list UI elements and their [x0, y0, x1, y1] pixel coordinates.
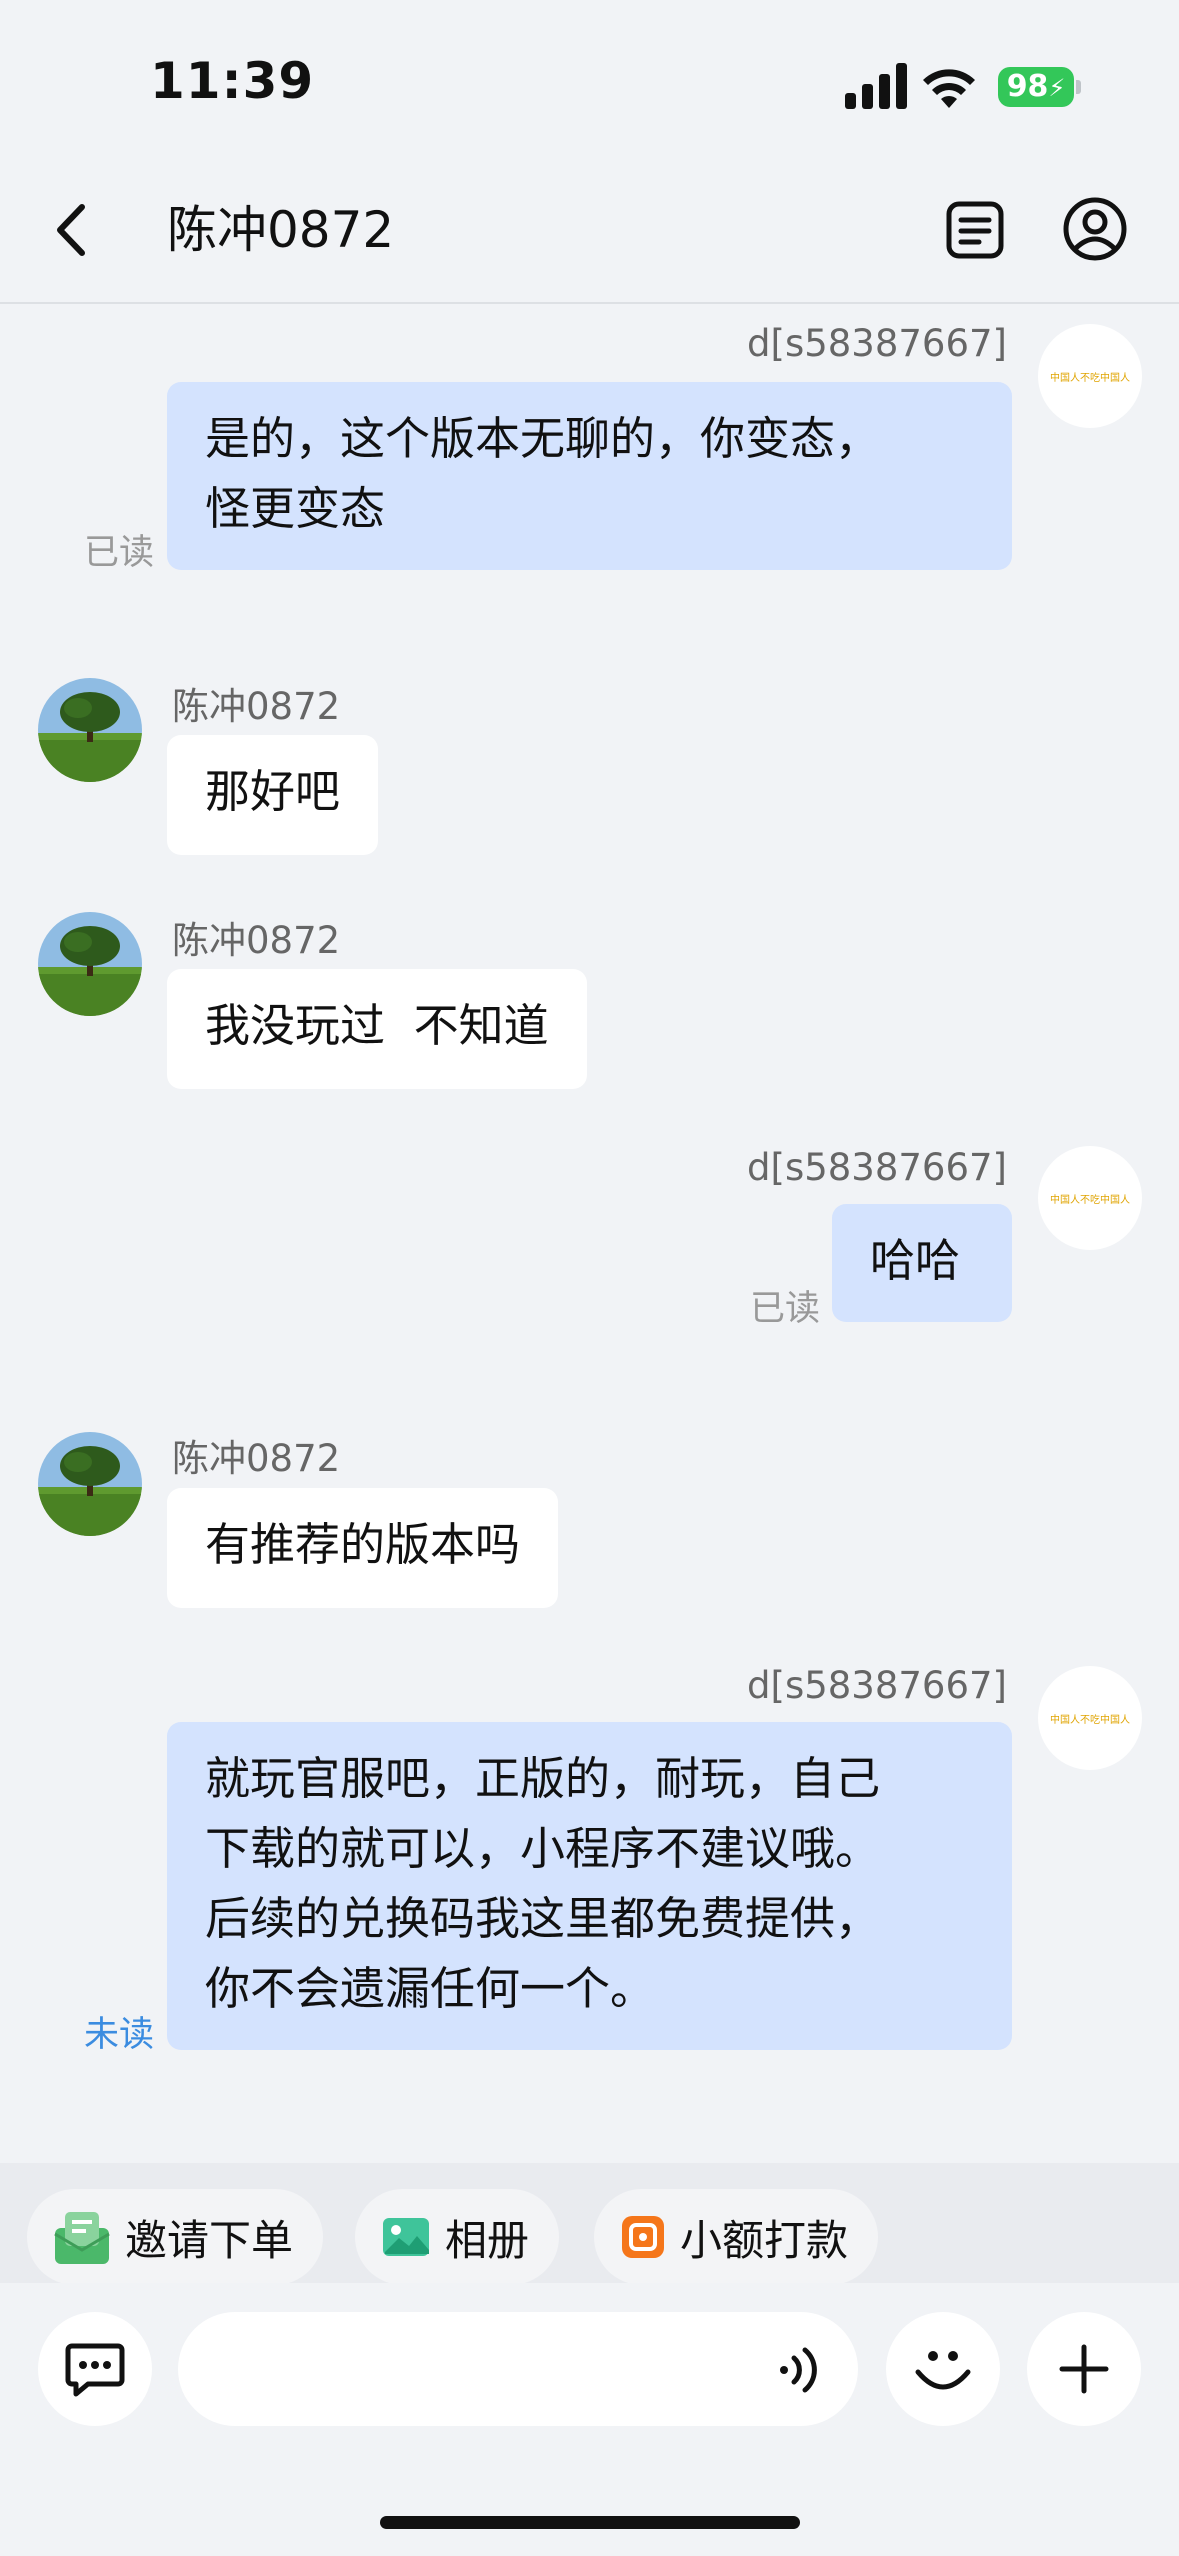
emoji-button[interactable]	[886, 2312, 1000, 2426]
sender-name: 陈冲0872	[172, 685, 341, 728]
message-bubble[interactable]: 那好吧	[167, 735, 379, 855]
back-arrow-icon[interactable]	[46, 199, 96, 261]
sender-name: d[s58387667]	[747, 1146, 1007, 1189]
small-payment-icon	[622, 2216, 664, 2258]
contact-avatar[interactable]	[38, 678, 142, 782]
message-bubble[interactable]: 就玩官服吧，正版的，耐玩，自己 下载的就可以，小程序不建议哦。 后续的兑换码我这…	[167, 1722, 1012, 2050]
small-payment-button[interactable]: 小额打款	[594, 2189, 879, 2285]
cellular-signal-icon	[845, 63, 907, 109]
album-label: 相册	[445, 2215, 530, 2265]
battery-tip	[1076, 80, 1081, 94]
chat-title: 陈冲0872	[167, 201, 395, 259]
album-icon	[383, 2218, 429, 2256]
battery-indicator: 98⚡	[998, 67, 1074, 107]
home-indicator	[380, 2516, 800, 2529]
sender-name: 陈冲0872	[172, 919, 341, 962]
chat-bubble-icon	[65, 2343, 125, 2397]
battery-level: 98	[1006, 69, 1049, 104]
invite-order-icon	[54, 2212, 110, 2264]
smiley-icon	[915, 2351, 971, 2390]
profile-icon[interactable]	[1062, 196, 1128, 262]
status-time: 11:39	[150, 52, 315, 110]
contact-avatar[interactable]	[38, 912, 142, 1016]
message-mode-button[interactable]	[38, 2312, 152, 2426]
invite-order-label: 邀请下单	[125, 2215, 294, 2265]
message-bubble[interactable]: 我没玩过 不知道	[167, 969, 587, 1089]
message-bubble[interactable]: 是的，这个版本无聊的，你变态， 怪更变态	[167, 382, 1012, 570]
more-options-button[interactable]	[1027, 2312, 1141, 2426]
small-payment-label: 小额打款	[680, 2215, 849, 2265]
own-avatar[interactable]: 中国人不吃中国人	[1038, 1146, 1142, 1250]
wifi-icon	[923, 69, 975, 108]
sender-name: d[s58387667]	[747, 322, 1007, 365]
unread-status: 未读	[84, 2015, 155, 2055]
invite-order-button[interactable]: 邀请下单	[27, 2189, 324, 2285]
notes-icon[interactable]	[943, 198, 1007, 262]
sender-name: d[s58387667]	[747, 1664, 1007, 1707]
own-avatar[interactable]: 中国人不吃中国人	[1038, 324, 1142, 428]
message-bubble[interactable]: 哈哈	[832, 1204, 1012, 1322]
read-status: 已读	[750, 1289, 821, 1329]
contact-avatar[interactable]	[38, 1432, 142, 1536]
own-avatar[interactable]: 中国人不吃中国人	[1038, 1666, 1142, 1770]
plus-icon	[1059, 2344, 1109, 2394]
voice-input-icon[interactable]	[778, 2344, 824, 2396]
read-status: 已读	[84, 533, 155, 573]
sender-name: 陈冲0872	[172, 1437, 341, 1480]
album-button[interactable]: 相册	[355, 2189, 560, 2285]
message-input[interactable]	[178, 2312, 858, 2426]
message-bubble[interactable]: 有推荐的版本吗	[167, 1488, 559, 1608]
